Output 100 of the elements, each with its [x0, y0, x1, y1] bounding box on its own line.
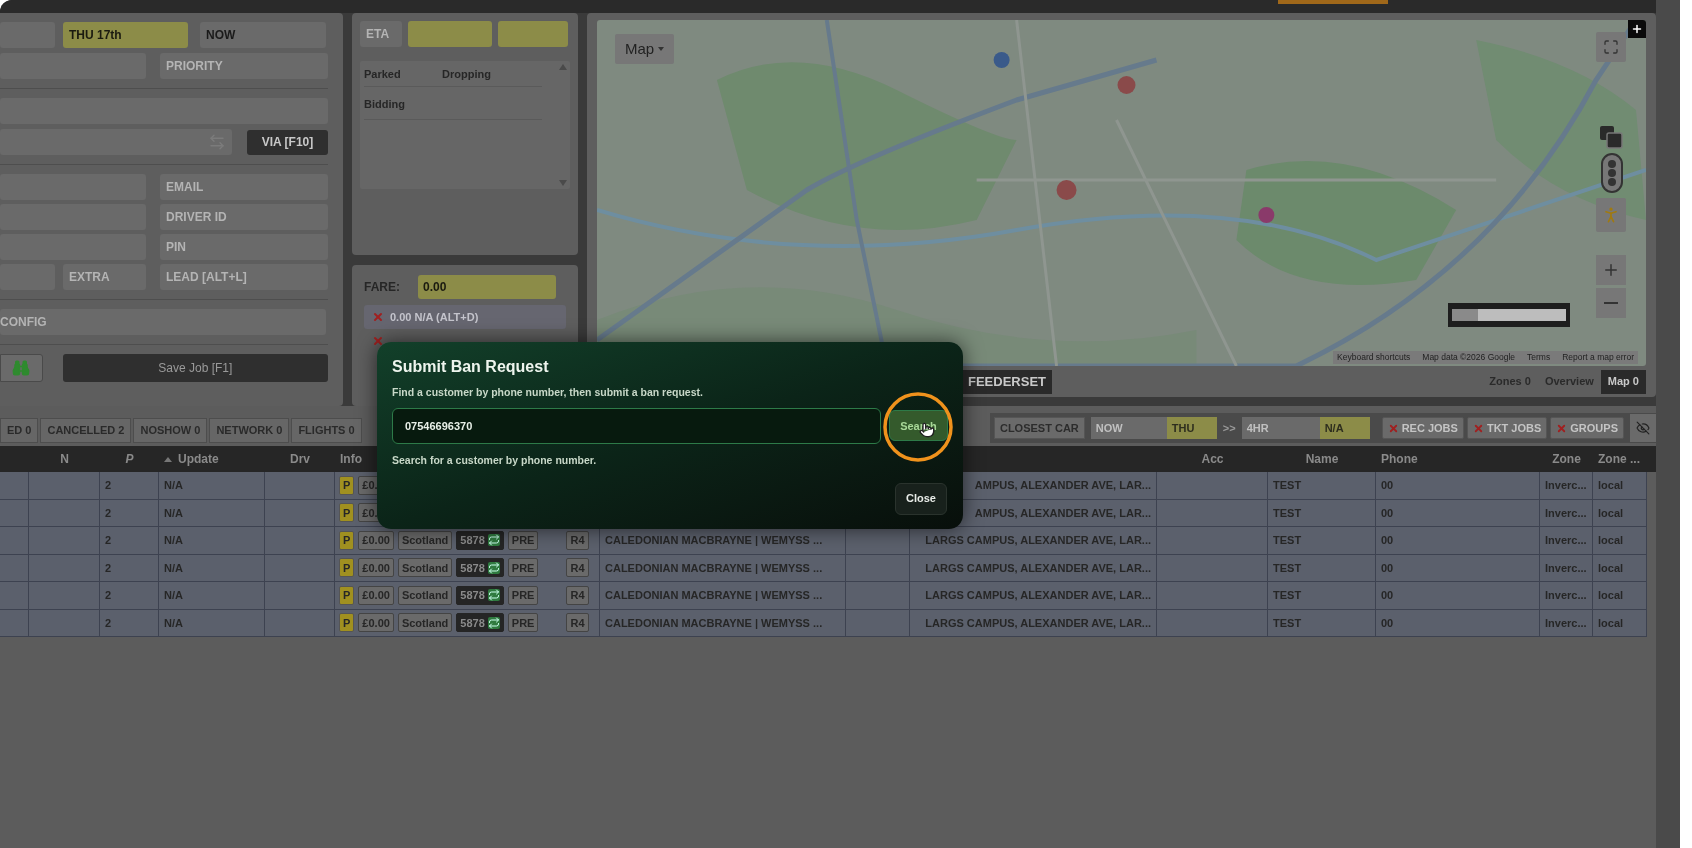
- eye-off-icon: [1636, 421, 1650, 435]
- close-button[interactable]: Close: [895, 482, 947, 515]
- column-header[interactable]: Drv: [290, 450, 310, 468]
- scrollbar[interactable]: [1656, 0, 1680, 848]
- range-field[interactable]: 4HR: [1241, 417, 1320, 439]
- dialog-title: Submit Ban Request: [392, 357, 550, 377]
- table-cell-text: LARGS CAMPUS, ALEXANDER AVE, LAR...: [925, 533, 1151, 548]
- time-field[interactable]: NOW: [200, 22, 326, 48]
- column-header[interactable]: Zone ...: [1598, 450, 1640, 468]
- fare-tag: £0.00: [358, 558, 394, 578]
- pegman-button[interactable]: [1596, 198, 1626, 232]
- job-tab[interactable]: NETWORK 0: [209, 418, 290, 443]
- email-field[interactable]: EMAIL: [160, 174, 328, 200]
- layers-icon[interactable]: [1598, 124, 1624, 150]
- table-cell-text: local: [1598, 533, 1624, 548]
- column-header[interactable]: Update: [178, 450, 219, 468]
- scroll-down-icon[interactable]: [559, 180, 567, 186]
- status-badge: P: [339, 503, 355, 523]
- route-tag: R4: [566, 530, 589, 550]
- region-tag: Scotland: [397, 585, 453, 605]
- fullscreen-icon: [1603, 39, 1619, 55]
- filter-toggle[interactable]: REC JOBS: [1381, 417, 1464, 439]
- table-cell-text: N/A: [164, 478, 183, 493]
- route-tag: R4: [566, 613, 589, 633]
- driver-id-field[interactable]: DRIVER ID: [160, 204, 328, 230]
- table-cell-text: AMPUS, ALEXANDER AVE, LAR...: [974, 478, 1151, 493]
- status-badge: P: [339, 558, 355, 578]
- attribution-link[interactable]: Keyboard shortcuts: [1337, 351, 1411, 364]
- priority-field[interactable]: PRIORITY: [160, 53, 328, 79]
- date-field[interactable]: THU 17th: [63, 22, 188, 48]
- feederset-button[interactable]: FEEDERSET: [962, 369, 1052, 394]
- plus-button[interactable]: [1628, 20, 1646, 38]
- region-tag: Scotland: [397, 530, 453, 550]
- route-tag: R4: [566, 558, 589, 578]
- attribution-link[interactable]: Map data ©2026 Google: [1422, 351, 1516, 364]
- pin-field[interactable]: PIN: [160, 234, 328, 260]
- table-cell-text: TEST: [1273, 478, 1302, 493]
- job-tab[interactable]: ED 0: [0, 418, 39, 443]
- column-header[interactable]: Info: [340, 450, 362, 468]
- phone-field[interactable]: 07546696370: [392, 407, 881, 444]
- eta-field[interactable]: [498, 21, 568, 47]
- address-field[interactable]: [0, 129, 232, 155]
- config-field[interactable]: CONFIG: [0, 309, 326, 335]
- zoom-in-button[interactable]: [1596, 255, 1626, 285]
- status-badge: P: [339, 585, 355, 605]
- table-cell-text: Inverc...: [1545, 533, 1587, 548]
- from-field[interactable]: NOW: [1090, 417, 1167, 439]
- column-header[interactable]: P: [125, 450, 134, 468]
- table-cell-text: local: [1598, 560, 1624, 576]
- lead-field[interactable]: LEAD [ALT+L]: [160, 264, 328, 290]
- table-cell-text: 00: [1381, 615, 1394, 631]
- table-cell-text: local: [1598, 588, 1624, 603]
- extra-field[interactable]: EXTRA: [63, 264, 146, 290]
- range-value-field[interactable]: N/A: [1319, 417, 1370, 439]
- job-tab[interactable]: CANCELLED 2: [40, 418, 132, 443]
- traffic-light-icon[interactable]: [1600, 153, 1624, 193]
- fare-tag: £0.00: [358, 613, 394, 633]
- table-cell-text: CALEDONIAN MACBRAYNE | WEMYSS ...: [605, 588, 823, 603]
- table-cell-text: 00: [1381, 505, 1394, 521]
- column-header[interactable]: Name: [1305, 450, 1339, 468]
- table-cell-text: TEST: [1273, 533, 1302, 548]
- table-cell-text: CALEDONIAN MACBRAYNE | WEMYSS ...: [605, 615, 823, 631]
- table-cell-text: N/A: [164, 588, 183, 603]
- zoom-out-button[interactable]: [1596, 288, 1626, 318]
- filter-toggle[interactable]: TKT JOBS: [1466, 417, 1548, 439]
- column-header[interactable]: Phone: [1381, 450, 1418, 468]
- list-column-header: Dropping: [442, 67, 492, 82]
- table-cell-text: TEST: [1273, 560, 1302, 576]
- eta-field[interactable]: ETA: [360, 21, 402, 47]
- table-cell-text: 2: [105, 588, 112, 603]
- fare-option[interactable]: 0.00 N/A (ALT+D): [364, 305, 566, 329]
- scroll-up-icon[interactable]: [559, 64, 567, 70]
- column-header[interactable]: Acc: [1201, 450, 1224, 468]
- column-header[interactable]: Zone: [1552, 450, 1581, 468]
- table-cell-text: 2: [105, 533, 112, 548]
- via-button[interactable]: VIA [F10]: [247, 129, 328, 155]
- hide-button[interactable]: [1630, 414, 1656, 442]
- list-row[interactable]: Bidding: [364, 97, 405, 110]
- minus-icon: [1604, 302, 1618, 304]
- table-cell-text: Inverc...: [1545, 588, 1587, 603]
- map-type-button[interactable]: Map: [615, 34, 675, 64]
- table-cell-text: N/A: [164, 615, 183, 631]
- from-day-field[interactable]: THU: [1166, 417, 1217, 439]
- find-button[interactable]: [0, 354, 43, 382]
- region-tag: Scotland: [397, 558, 453, 578]
- job-tab[interactable]: FLIGHTS 0: [291, 418, 362, 443]
- repeat-icon: [487, 561, 500, 574]
- closest-car-button[interactable]: CLOSEST CAR: [993, 417, 1085, 439]
- attribution-link[interactable]: Terms: [1527, 351, 1551, 364]
- map-view-tab[interactable]: Map 0: [1600, 369, 1646, 394]
- job-tab[interactable]: NOSHOW 0: [133, 418, 208, 443]
- save-job-button[interactable]: Save Job [F1]: [62, 354, 328, 382]
- eta-field[interactable]: [408, 21, 492, 47]
- fare-field[interactable]: 0.00: [418, 275, 556, 299]
- binoculars-icon: [12, 359, 31, 377]
- column-header[interactable]: N: [60, 450, 69, 468]
- table-cell-text: N/A: [164, 505, 183, 521]
- car-tag: 5878: [456, 613, 504, 633]
- attribution-link[interactable]: Report a map error: [1562, 351, 1634, 364]
- filter-toggle[interactable]: GROUPS: [1550, 417, 1624, 439]
